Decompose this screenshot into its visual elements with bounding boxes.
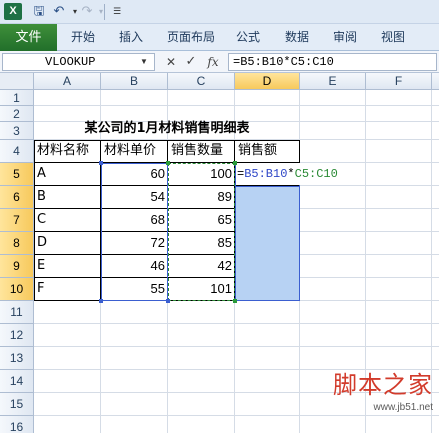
column-header-d[interactable]: D <box>235 73 300 90</box>
formula-input[interactable]: =B5:B10*C5:C10 <box>228 53 437 71</box>
row-header-14[interactable]: 14 <box>0 370 34 393</box>
cell-name[interactable]: D <box>34 232 101 254</box>
tab-page-layout[interactable]: 页面布局 <box>167 24 215 51</box>
header-sales-amount[interactable]: 销售额 <box>235 140 300 162</box>
header-unit-price[interactable]: 材料单价 <box>101 140 168 162</box>
gridline <box>34 323 439 324</box>
tab-insert[interactable]: 插入 <box>119 24 143 51</box>
insert-function-icon[interactable]: fx <box>204 53 222 71</box>
name-box[interactable]: VLOOKUP <box>2 53 155 71</box>
watermark-url: www.jb51.net <box>373 402 433 413</box>
cell-name[interactable]: A <box>34 163 101 185</box>
column-header-g[interactable] <box>432 73 439 90</box>
tab-review[interactable]: 审阅 <box>333 24 357 51</box>
header-sales-qty[interactable]: 销售数量 <box>168 140 235 162</box>
cancel-icon[interactable]: ✕ <box>162 53 180 71</box>
name-box-dropdown-icon[interactable]: ▼ <box>140 57 148 66</box>
tab-view[interactable]: 视图 <box>381 24 405 51</box>
select-all-corner[interactable] <box>0 73 34 90</box>
formula-buttons: ✕ ✓ fx <box>162 53 226 71</box>
row-header-11[interactable]: 11 <box>0 301 34 324</box>
range-handle[interactable] <box>166 299 170 303</box>
row-header-7[interactable]: 7 <box>0 209 34 232</box>
column-header-e[interactable]: E <box>300 73 366 90</box>
watermark-logo: 脚本之家 <box>333 371 433 399</box>
formula-ref-c: C5:C10 <box>294 167 338 181</box>
row-header-4[interactable]: 4 <box>0 140 34 163</box>
header-material-name[interactable]: 材料名称 <box>34 140 101 162</box>
row-header-3[interactable]: 3 <box>0 122 34 140</box>
range-ref-c5-c10 <box>168 163 235 301</box>
tab-data[interactable]: 数据 <box>285 24 309 51</box>
quick-access-toolbar: X 🖫 ↶ ▾ ↷ ▾ ☰ <box>0 0 439 24</box>
range-handle[interactable] <box>99 299 103 303</box>
sheet-title[interactable]: 某公司的1月材料销售明细表 <box>34 118 300 140</box>
toolbar-divider <box>104 4 105 20</box>
cell-name[interactable]: F <box>34 278 101 300</box>
gridline <box>34 105 439 106</box>
ribbon-tabs: 文件 开始 插入 页面布局 公式 数据 审阅 视图 <box>0 24 439 51</box>
column-header-a[interactable]: A <box>34 73 101 90</box>
enter-icon[interactable]: ✓ <box>182 53 200 71</box>
tab-file[interactable]: 文件 <box>0 24 57 51</box>
cell-d5-formula[interactable]: =B5:B10*C5:C10 <box>237 163 347 185</box>
row-header-15[interactable]: 15 <box>0 393 34 416</box>
formula-operator: * <box>287 167 295 181</box>
row-header-1[interactable]: 1 <box>0 90 34 106</box>
range-handle[interactable] <box>99 161 103 165</box>
cell-name[interactable]: B <box>34 186 101 208</box>
row-header-2[interactable]: 2 <box>0 106 34 122</box>
range-handle[interactable] <box>166 161 170 165</box>
row-header-6[interactable]: 6 <box>0 186 34 209</box>
spreadsheet-grid[interactable]: A B C D E F 1 2 3 4 5 6 7 8 9 10 11 12 1… <box>0 73 439 433</box>
watermark: 脚本之家 www.jb51.net <box>333 365 433 413</box>
row-header-5[interactable]: 5 <box>0 163 34 186</box>
cell-name[interactable]: C <box>34 209 101 231</box>
row-header-8[interactable]: 8 <box>0 232 34 255</box>
row-header-16[interactable]: 16 <box>0 416 34 433</box>
range-handle[interactable] <box>233 299 237 303</box>
row-header-10[interactable]: 10 <box>0 278 34 301</box>
column-header-b[interactable]: B <box>101 73 168 90</box>
cell-name[interactable]: E <box>34 255 101 277</box>
gridline <box>34 415 439 416</box>
row-header-13[interactable]: 13 <box>0 347 34 370</box>
customize-icon[interactable]: ☰ <box>108 3 126 21</box>
tab-home[interactable]: 开始 <box>71 24 95 51</box>
column-header-c[interactable]: C <box>168 73 235 90</box>
save-icon[interactable]: 🖫 <box>30 3 48 21</box>
column-header-f[interactable]: F <box>366 73 432 90</box>
range-ref-b5-b10 <box>101 163 168 301</box>
row-header-9[interactable]: 9 <box>0 255 34 278</box>
row-header-12[interactable]: 12 <box>0 324 34 347</box>
excel-logo-icon[interactable]: X <box>4 3 22 20</box>
formula-ref-b: B5:B10 <box>244 167 288 181</box>
gridline <box>34 346 439 347</box>
tab-formulas[interactable]: 公式 <box>236 24 260 51</box>
formula-bar: VLOOKUP ▼ ✕ ✓ fx =B5:B10*C5:C10 <box>0 51 439 73</box>
